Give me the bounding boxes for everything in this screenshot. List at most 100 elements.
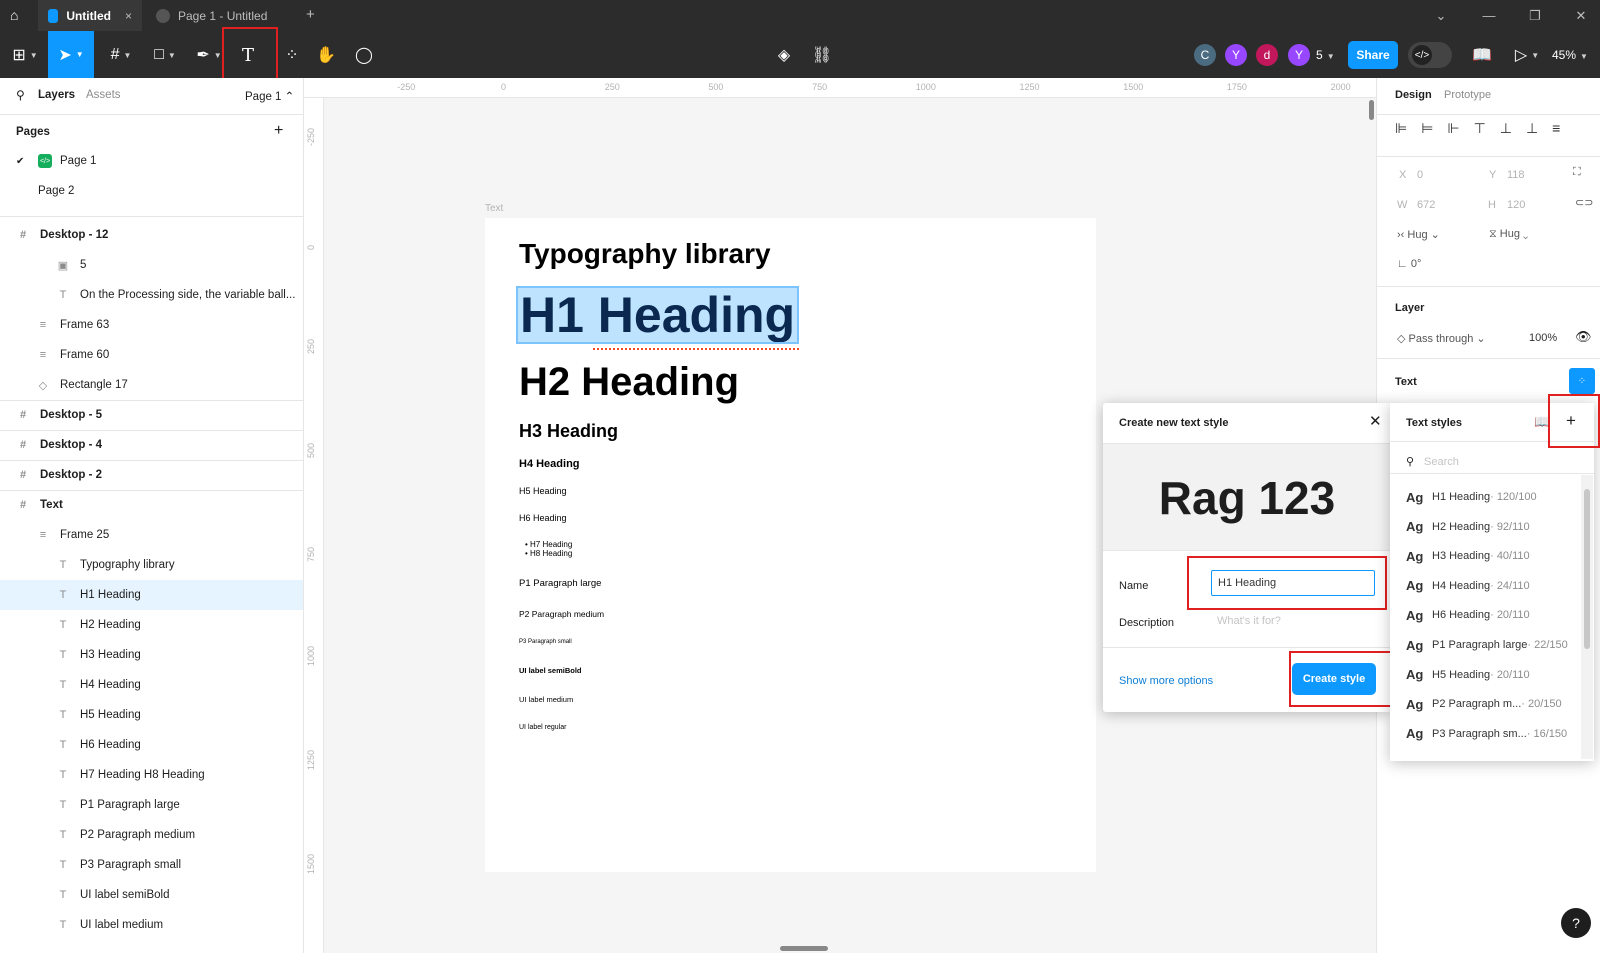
p1-text[interactable]: P1 Paragraph large xyxy=(519,578,601,589)
layer-item[interactable]: ≡ Frame 60 xyxy=(0,340,303,370)
share-button[interactable]: Share xyxy=(1348,41,1398,69)
layer-item[interactable]: ≡ Frame 63 xyxy=(0,310,303,340)
tab-assets[interactable]: Assets xyxy=(86,89,121,101)
hug-height-select[interactable]: ⧖ Hug ⌄ xyxy=(1489,228,1528,241)
avatar[interactable]: C xyxy=(1194,44,1216,66)
y-input[interactable]: 118 xyxy=(1507,169,1525,181)
alignment-icons[interactable]: ⊫⊨⊩⊤⊥⊥≡ xyxy=(1395,120,1574,137)
avatar[interactable]: d xyxy=(1256,44,1278,66)
library-icon[interactable]: 📖 xyxy=(1468,41,1496,69)
pen-tool-icon[interactable]: ✒ ▼ xyxy=(192,41,226,69)
ui-label-regular-text[interactable]: UI label regular xyxy=(519,724,566,731)
dev-mode-toggle[interactable]: </> xyxy=(1408,42,1452,68)
move-tool-icon[interactable]: ➤ ▼ xyxy=(48,31,94,78)
zoom-level[interactable]: 45% ▼ xyxy=(1552,48,1588,62)
hand-tool-icon[interactable]: ✋ xyxy=(312,41,340,69)
add-page-icon[interactable]: + xyxy=(274,122,283,140)
p3-text[interactable]: P3 Paragraph small xyxy=(519,639,572,645)
layer-item[interactable]: T H6 Heading xyxy=(0,730,303,760)
page-item-2[interactable]: Page 2 xyxy=(0,176,303,206)
blend-mode-select[interactable]: ◇ Pass through ⌄ xyxy=(1397,332,1486,345)
layer-item[interactable]: T UI label medium xyxy=(0,910,303,940)
collaborator-count[interactable]: 5 ▼ xyxy=(1316,48,1335,62)
close-icon[interactable]: ✕ xyxy=(1369,412,1382,430)
styles-search-input[interactable]: Search xyxy=(1424,456,1459,468)
link-icon[interactable]: ⛓ xyxy=(808,41,836,69)
layer-item[interactable]: ≡ Frame 25 xyxy=(0,520,303,550)
text-style-item[interactable]: Ag P3 Paragraph sm... · 16/150 xyxy=(1390,719,1580,749)
h5-heading-text[interactable]: H5 Heading xyxy=(519,486,567,496)
h4-heading-text[interactable]: H4 Heading xyxy=(519,458,580,470)
x-input[interactable]: 0 xyxy=(1417,169,1423,181)
text-style-item[interactable]: Ag H6 Heading · 20/110 xyxy=(1390,600,1580,630)
layer-item[interactable]: T H1 Heading xyxy=(0,580,303,610)
text-style-item[interactable]: Ag H4 Heading · 24/110 xyxy=(1390,571,1580,601)
lock-ratio-icon[interactable]: ⊂⊃ xyxy=(1575,196,1593,209)
layer-item[interactable]: T H2 Heading xyxy=(0,610,303,640)
text-style-item[interactable]: Ag H2 Heading · 92/110 xyxy=(1390,512,1580,542)
rotation-input[interactable]: ∟ 0° xyxy=(1397,258,1421,270)
layer-item[interactable]: T P3 Paragraph small xyxy=(0,850,303,880)
h7-h8-list[interactable]: • H7 Heading • H8 Heading xyxy=(525,540,572,558)
avatar[interactable]: Y xyxy=(1225,44,1247,66)
layer-item[interactable]: T P1 Paragraph large xyxy=(0,790,303,820)
text-style-item[interactable]: Ag H1 Heading · 120/100 xyxy=(1390,482,1580,512)
layer-item[interactable]: ◇ Rectangle 17 xyxy=(0,370,303,400)
tab-design[interactable]: Design xyxy=(1395,89,1432,101)
ui-label-semibold-text[interactable]: UI label semiBold xyxy=(519,666,582,675)
layer-item[interactable]: T On the Processing side, the variable ba… xyxy=(0,280,303,310)
style-grid-icon[interactable]: ⁘ xyxy=(1569,368,1595,394)
scrollbar-track[interactable] xyxy=(1581,475,1593,759)
component-icon[interactable]: ◈ xyxy=(770,41,798,69)
hug-width-select[interactable]: ›‹ Hug ⌄ xyxy=(1397,228,1440,241)
close-tab-icon[interactable]: × xyxy=(125,9,132,23)
close-window-icon[interactable]: ✕ xyxy=(1572,7,1590,25)
ui-label-medium-text[interactable]: UI label medium xyxy=(519,695,573,704)
search-icon[interactable]: ⚲ xyxy=(16,88,25,102)
layer-item[interactable]: T H4 Heading xyxy=(0,670,303,700)
restore-icon[interactable]: ❐ xyxy=(1526,7,1544,25)
layer-item[interactable]: T H3 Heading xyxy=(0,640,303,670)
text-frame[interactable]: Typography library H1 Heading H2 Heading… xyxy=(485,218,1096,872)
h-input[interactable]: 120 xyxy=(1507,199,1525,211)
text-style-item[interactable]: Ag H3 Heading · 40/110 xyxy=(1390,541,1580,571)
text-style-item[interactable]: Ag P1 Paragraph large · 22/150 xyxy=(1390,630,1580,660)
layer-item[interactable]: T P2 Paragraph medium xyxy=(0,820,303,850)
tab-layers[interactable]: Layers xyxy=(38,89,75,101)
p2-text[interactable]: P2 Paragraph medium xyxy=(519,609,604,619)
w-input[interactable]: 672 xyxy=(1417,199,1435,211)
minimize-icon[interactable]: — xyxy=(1480,7,1498,25)
layer-item[interactable]: # Desktop - 2 xyxy=(0,460,303,490)
help-button[interactable]: ? xyxy=(1561,908,1591,938)
layer-item[interactable]: # Desktop - 12 xyxy=(0,220,303,250)
text-style-item[interactable]: Ag H5 Heading · 20/110 xyxy=(1390,660,1580,690)
text-style-item[interactable]: Ag P2 Paragraph m... · 20/150 xyxy=(1390,689,1580,719)
layer-item[interactable]: T H7 Heading H8 Heading xyxy=(0,760,303,790)
scrollbar-thumb[interactable] xyxy=(1584,489,1590,649)
tab-prototype[interactable]: Prototype xyxy=(1444,89,1491,101)
resources-icon[interactable]: ⁘ xyxy=(278,41,306,69)
new-tab-icon[interactable]: + xyxy=(306,6,315,23)
layer-item[interactable]: T UI label semiBold xyxy=(0,880,303,910)
layer-item[interactable]: # Desktop - 4 xyxy=(0,430,303,460)
home-icon[interactable]: ⌂ xyxy=(10,7,18,23)
constraints-icon[interactable]: ⛶ xyxy=(1573,166,1581,179)
avatar[interactable]: Y xyxy=(1288,44,1310,66)
present-icon[interactable]: ▷ ▼ xyxy=(1512,41,1542,69)
frame-label[interactable]: Text xyxy=(485,203,503,214)
frame-tool-icon[interactable]: # ▼ xyxy=(104,41,138,69)
title-text[interactable]: Typography library xyxy=(519,238,771,270)
layer-item[interactable]: # Desktop - 5 xyxy=(0,400,303,430)
page-item-1[interactable]: ✔ </> Page 1 xyxy=(0,146,303,176)
layer-item[interactable]: # Text xyxy=(0,490,303,520)
eye-icon[interactable]: 👁 xyxy=(1575,329,1592,345)
comment-tool-icon[interactable]: ◯ xyxy=(350,41,378,69)
rectangle-tool-icon[interactable]: □ ▼ xyxy=(148,41,182,69)
layer-item[interactable]: T H5 Heading xyxy=(0,700,303,730)
layer-item[interactable]: ▣ 5 xyxy=(0,250,303,280)
h3-heading-text[interactable]: H3 Heading xyxy=(519,421,618,442)
main-menu-icon[interactable]: ⊞ ▼ xyxy=(10,41,40,69)
opacity-input[interactable]: 100% xyxy=(1529,332,1557,344)
h2-heading-text[interactable]: H2 Heading xyxy=(519,360,739,405)
chevron-down-icon[interactable]: ⌄ xyxy=(1432,7,1450,25)
